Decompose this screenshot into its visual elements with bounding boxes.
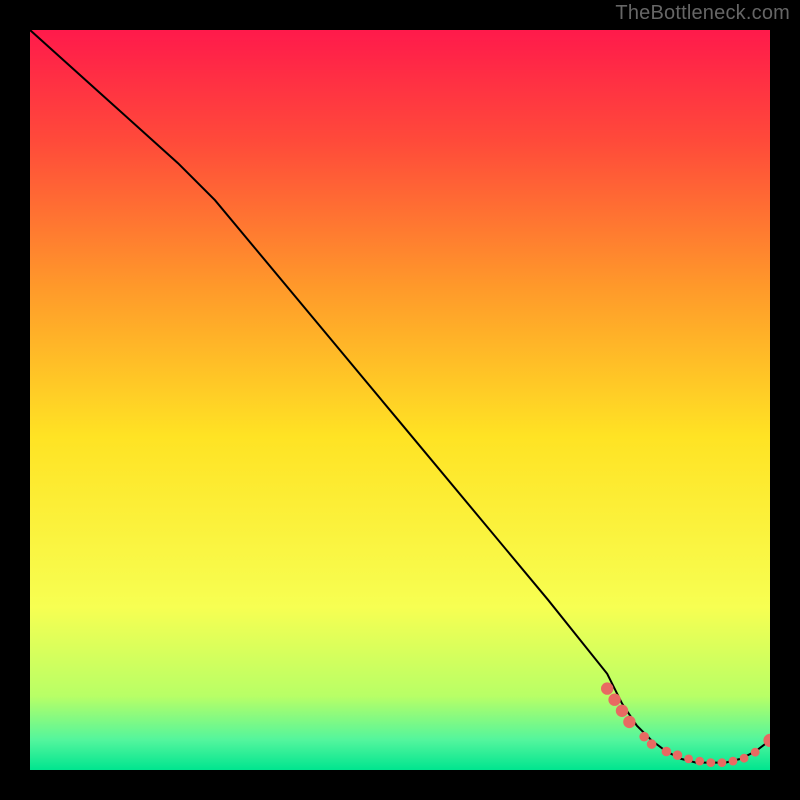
- marker-point: [662, 747, 672, 757]
- marker-point: [684, 755, 693, 764]
- marker-point: [695, 757, 704, 766]
- chart-root: TheBottleneck.com: [0, 0, 800, 800]
- marker-point: [608, 694, 620, 706]
- marker-point: [601, 682, 613, 694]
- marker-point: [718, 758, 727, 767]
- plot-area: [30, 30, 770, 770]
- marker-point: [740, 754, 749, 763]
- marker-point: [616, 705, 628, 717]
- bottleneck-chart: [30, 30, 770, 770]
- marker-point: [647, 739, 657, 749]
- marker-point: [751, 748, 760, 757]
- marker-point: [623, 716, 635, 728]
- marker-point: [729, 757, 738, 766]
- marker-point: [673, 750, 683, 760]
- gradient-background: [30, 30, 770, 770]
- marker-point: [706, 758, 715, 767]
- watermark-label: TheBottleneck.com: [615, 2, 790, 25]
- marker-point: [639, 732, 649, 742]
